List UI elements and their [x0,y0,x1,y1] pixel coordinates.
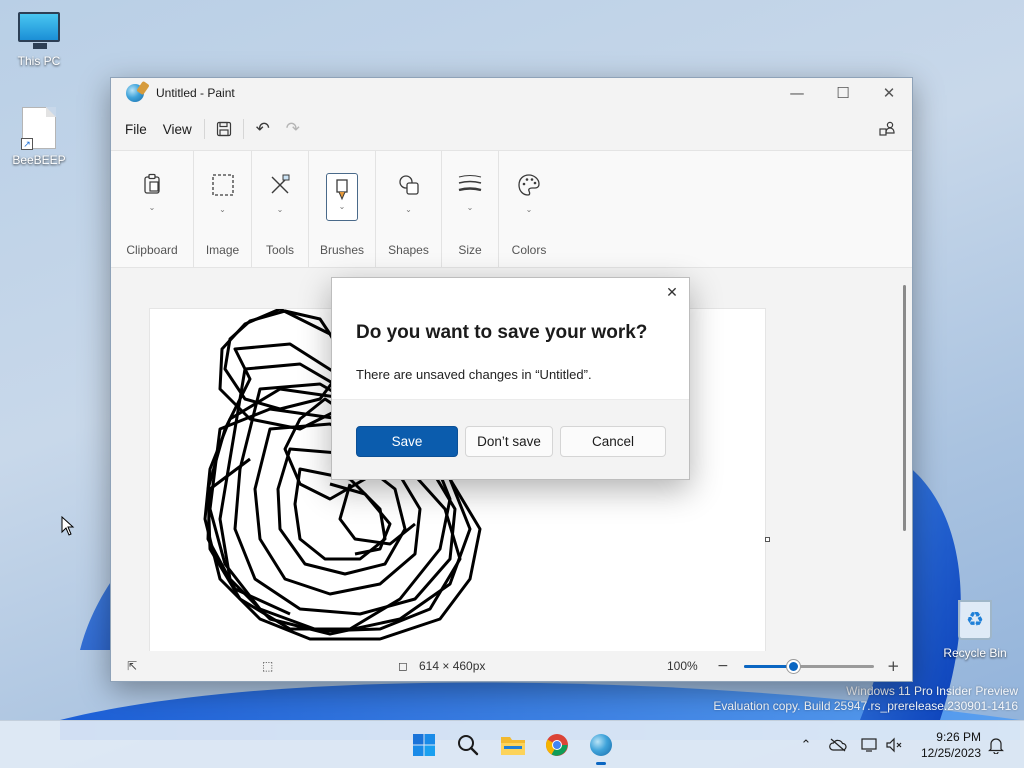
palette-icon[interactable]: ⌄ [512,173,546,221]
zoom-slider[interactable] [744,660,874,673]
brush-icon[interactable]: ⌄ [326,173,358,221]
ribbon-group-brushes[interactable]: ⌄ Brushes [309,151,376,267]
desktop-icon-beebeep[interactable]: ↗ BeeBEEP [1,107,77,167]
start-icon[interactable] [408,729,440,761]
minimize-button[interactable]: — [774,78,820,108]
ribbon-group-label: Shapes [388,243,429,257]
zoom-slider-fill [744,665,794,668]
tools-icon[interactable]: ⌄ [263,173,297,221]
paint-app-icon [126,84,144,102]
canvas-size-label: 614 × 460px [419,659,486,673]
desktop-icon-this-pc[interactable]: This PC [1,12,77,68]
ribbon: ⌄ Clipboard ⌄ Image ⌄ Tools ⌄ Brushes ⌄ … [111,150,912,268]
monitor-icon [18,12,60,49]
mouse-cursor-icon [61,516,75,536]
zoom-in-button[interactable]: + [887,657,900,675]
menu-view[interactable]: View [155,116,200,143]
chevron-up-icon[interactable]: ⌃ [796,735,816,755]
desktop-icon-label: BeeBEEP [12,153,66,167]
dialog-close-icon[interactable]: ✕ [663,284,681,302]
ribbon-group-label: Image [205,243,240,257]
dont-save-button[interactable]: Don’t save [465,426,553,457]
ribbon-group-size[interactable]: ⌄ Size [442,151,499,267]
desktop-icon-recycle-bin[interactable]: ♻ Recycle Bin [937,600,1013,660]
title-bar[interactable]: Untitled - Paint — ☐ ✕ [111,78,912,108]
desktop-icon-label: This PC [17,54,61,68]
menu-separator [242,119,244,139]
shortcut-arrow-icon: ↗ [21,138,33,150]
zoom-out-button[interactable]: − [717,658,729,674]
ribbon-group-label: Colors [511,243,547,257]
select-icon[interactable]: ⌄ [206,173,240,221]
canvas-resize-handle[interactable] [765,537,770,542]
ribbon-group-tools[interactable]: ⌄ Tools [252,151,309,267]
ribbon-group-image[interactable]: ⌄ Image [194,151,252,267]
ribbon-group-colors[interactable]: ⌄ Colors [499,151,559,267]
dialog-title: Do you want to save your work? [356,322,648,343]
collaborate-icon[interactable] [872,114,902,144]
chevron-down-icon: ⌄ [219,205,226,214]
dialog-message: There are unsaved changes in “Untitled”. [356,367,592,382]
notification-icon[interactable] [986,735,1006,755]
taskbar: ⌃ 9:26 PM 12/25/2023 [0,720,1024,768]
menu-separator [203,119,205,139]
file-icon: ↗ [21,107,56,150]
ribbon-group-clipboard[interactable]: ⌄ Clipboard [111,151,194,267]
status-bar: ⇱ ⬚ ◻ 614 × 460px 100% − + [111,651,912,681]
selection-size-icon: ⬚ [262,659,274,673]
network-icon[interactable] [860,735,880,755]
watermark-line-1: Windows 11 Pro Insider Preview [846,684,1018,698]
pointer-position-icon: ⇱ [127,659,138,673]
save-dialog: ✕ Do you want to save your work? There a… [331,277,690,480]
chevron-down-icon: ⌄ [276,205,284,214]
menu-bar: File View ↶ ↷ [111,108,912,150]
chevron-down-icon: ⌄ [338,202,346,211]
file-explorer-icon[interactable] [497,729,529,761]
save-button[interactable]: Save [356,426,458,457]
clipboard-icon[interactable]: ⌄ [135,173,169,221]
chevron-down-icon: ⌄ [405,205,412,214]
chevron-down-icon: ⌄ [466,203,474,212]
save-icon[interactable] [209,114,239,144]
cancel-button[interactable]: Cancel [560,426,666,457]
paint-taskbar-icon[interactable] [585,729,617,765]
chevron-down-icon: ⌄ [525,205,533,214]
menu-file[interactable]: File [117,116,155,143]
ribbon-group-label: Tools [265,243,294,257]
os-watermark: Windows 11 Pro Insider Preview Evaluatio… [713,684,1018,714]
close-button[interactable]: ✕ [866,78,912,108]
maximize-button[interactable]: ☐ [820,78,866,108]
size-icon[interactable]: ⌄ [453,173,487,221]
dialog-footer: Save Don’t save Cancel [332,399,689,479]
recycle-bin-icon: ♻ [958,600,992,640]
watermark-line-2: Evaluation copy. Build 25947.rs_prerelea… [713,699,1018,713]
ribbon-group-label: Clipboard [126,243,178,257]
vertical-scrollbar[interactable] [903,285,906,531]
ribbon-group-label: Size [458,243,482,257]
undo-icon[interactable]: ↶ [248,114,278,144]
ribbon-group-shapes[interactable]: ⌄ Shapes [376,151,442,267]
clock-time: 9:26 PM [936,730,981,744]
redo-icon[interactable]: ↷ [278,114,308,144]
clock[interactable]: 9:26 PM 12/25/2023 [921,729,981,761]
chrome-icon[interactable] [541,729,573,761]
onedrive-icon[interactable] [828,735,848,755]
search-icon[interactable] [452,729,484,761]
clock-date: 12/25/2023 [920,746,981,760]
ribbon-group-label: Brushes [319,243,365,257]
zoom-label[interactable]: 100% [667,659,698,673]
desktop-icon-label: Recycle Bin [943,646,1007,660]
volume-mute-icon[interactable] [884,735,904,755]
zoom-slider-thumb[interactable] [787,660,801,673]
canvas-size-icon: ◻ [398,659,408,673]
chevron-down-icon: ⌄ [148,203,156,212]
window-title: Untitled - Paint [156,86,235,100]
shapes-icon[interactable]: ⌄ [392,173,426,221]
